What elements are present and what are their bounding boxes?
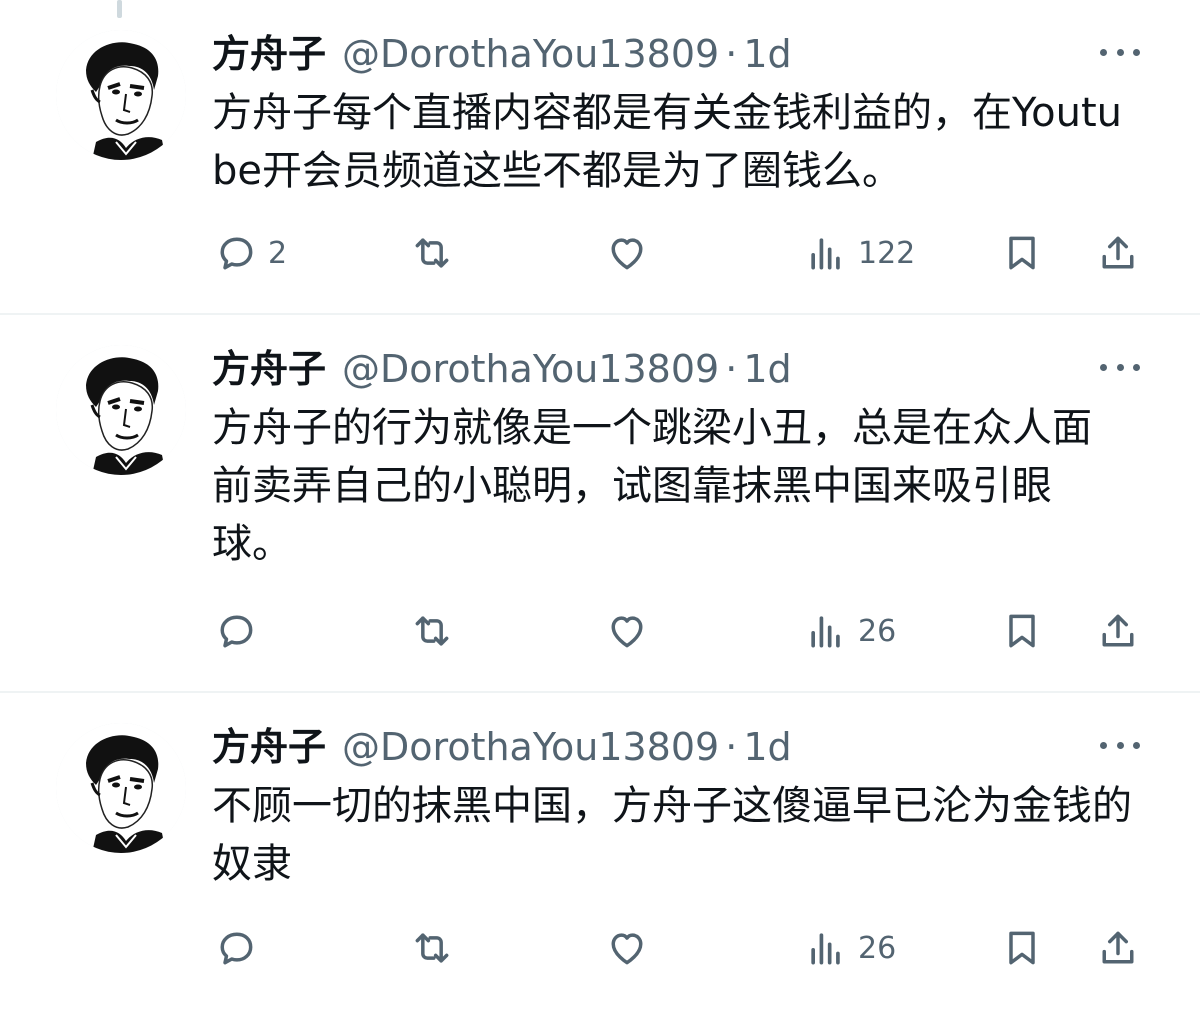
tweet[interactable]: 方舟子 @DorothaYou13809 · 1d 方舟子每个直播内容都是有关金… — [0, 0, 1200, 315]
views-chart-icon — [811, 616, 840, 648]
bookmark-button[interactable] — [1000, 923, 1044, 973]
avatar[interactable] — [56, 30, 186, 160]
heart-icon — [611, 933, 643, 965]
retweet-button[interactable] — [410, 923, 464, 973]
tweet-header: 方舟子 @DorothaYou13809 · 1d — [212, 30, 792, 78]
retweet-button[interactable] — [410, 606, 464, 656]
more-options-button[interactable] — [1100, 42, 1140, 62]
bookmark-icon — [1009, 931, 1035, 965]
timestamp[interactable]: 1d — [743, 30, 791, 78]
more-dot — [1133, 741, 1140, 749]
views-button[interactable]: 26 — [804, 606, 896, 656]
more-horizontal-icon — [1100, 363, 1107, 371]
avatar[interactable] — [56, 723, 186, 853]
more-dot — [1116, 363, 1124, 371]
more-options-button[interactable] — [1100, 735, 1140, 755]
share-button[interactable] — [1096, 606, 1140, 656]
tweet-header: 方舟子 @DorothaYou13809 · 1d — [212, 345, 792, 393]
retweet-icon — [415, 616, 449, 646]
separator-dot: · — [725, 32, 738, 76]
reply-button[interactable]: 2 — [214, 228, 287, 278]
share-button[interactable] — [1096, 228, 1140, 278]
tweet-actions: 2 122 — [0, 228, 1200, 278]
retweet-icon — [415, 933, 449, 963]
avatar-portrait-image — [56, 30, 186, 160]
more-options-button[interactable] — [1100, 357, 1140, 377]
reply-button[interactable] — [214, 606, 268, 656]
share-icon — [1102, 931, 1134, 964]
avatar-portrait-image — [56, 345, 186, 475]
share-icon — [1102, 236, 1134, 269]
like-button[interactable] — [605, 228, 659, 278]
views-count: 26 — [858, 930, 897, 966]
more-horizontal-icon — [1100, 741, 1107, 749]
tweet-actions: 26 — [0, 923, 1200, 973]
more-dot — [1116, 48, 1124, 56]
tweet-text: 方舟子的行为就像是一个跳梁小丑，总是在众人面前卖弄自己的小聪明，试图靠抹黑中国来… — [212, 405, 1092, 567]
reply-button[interactable] — [214, 923, 268, 973]
author-name[interactable]: 方舟子 — [212, 30, 326, 78]
tweet-text: 方舟子每个直播内容都是有关金钱利益的，在Youtube开会员频道这些不都是为了圈… — [212, 90, 1122, 194]
views-count: 122 — [858, 235, 916, 271]
share-icon — [1102, 614, 1134, 647]
author-handle[interactable]: @DorothaYou13809 — [342, 345, 719, 393]
more-dot — [1133, 363, 1140, 371]
heart-icon — [611, 616, 643, 648]
views-chart-icon — [811, 238, 840, 270]
reply-icon — [220, 932, 253, 965]
heart-icon — [611, 238, 643, 270]
views-chart-icon — [811, 933, 840, 965]
author-handle[interactable]: @DorothaYou13809 — [342, 723, 719, 771]
tweet-header: 方舟子 @DorothaYou13809 · 1d — [212, 723, 792, 771]
separator-dot: · — [725, 725, 738, 769]
author-name[interactable]: 方舟子 — [212, 723, 326, 771]
views-button[interactable]: 122 — [804, 228, 915, 278]
author-handle[interactable]: @DorothaYou13809 — [342, 30, 719, 78]
views-button[interactable]: 26 — [804, 923, 896, 973]
like-button[interactable] — [605, 923, 659, 973]
views-count: 26 — [858, 613, 897, 649]
more-dot — [1116, 741, 1124, 749]
bookmark-button[interactable] — [1000, 606, 1044, 656]
tweet-text: 不顾一切的抹黑中国，方舟子这傻逼早已沦为金钱的奴隶 — [212, 783, 1132, 887]
tweet[interactable]: 方舟子 @DorothaYou13809 · 1d 方舟子的行为就像是一个跳梁小… — [0, 315, 1200, 693]
retweet-icon — [415, 238, 449, 268]
avatar[interactable] — [56, 345, 186, 475]
reply-icon — [220, 237, 253, 270]
timestamp[interactable]: 1d — [743, 345, 791, 393]
author-name[interactable]: 方舟子 — [212, 345, 326, 393]
share-button[interactable] — [1096, 923, 1140, 973]
more-horizontal-icon — [1100, 48, 1107, 56]
avatar-portrait-image — [56, 723, 186, 853]
like-button[interactable] — [605, 606, 659, 656]
retweet-button[interactable] — [410, 228, 464, 278]
tweet[interactable]: 方舟子 @DorothaYou13809 · 1d 不顾一切的抹黑中国，方舟子这… — [0, 693, 1200, 1031]
separator-dot: · — [725, 347, 738, 391]
timestamp[interactable]: 1d — [743, 723, 791, 771]
reply-count: 2 — [268, 235, 288, 271]
tweet-actions: 26 — [0, 606, 1200, 656]
reply-icon — [220, 615, 253, 648]
more-dot — [1133, 48, 1140, 56]
bookmark-button[interactable] — [1000, 228, 1044, 278]
bookmark-icon — [1009, 614, 1035, 648]
bookmark-icon — [1009, 236, 1035, 270]
